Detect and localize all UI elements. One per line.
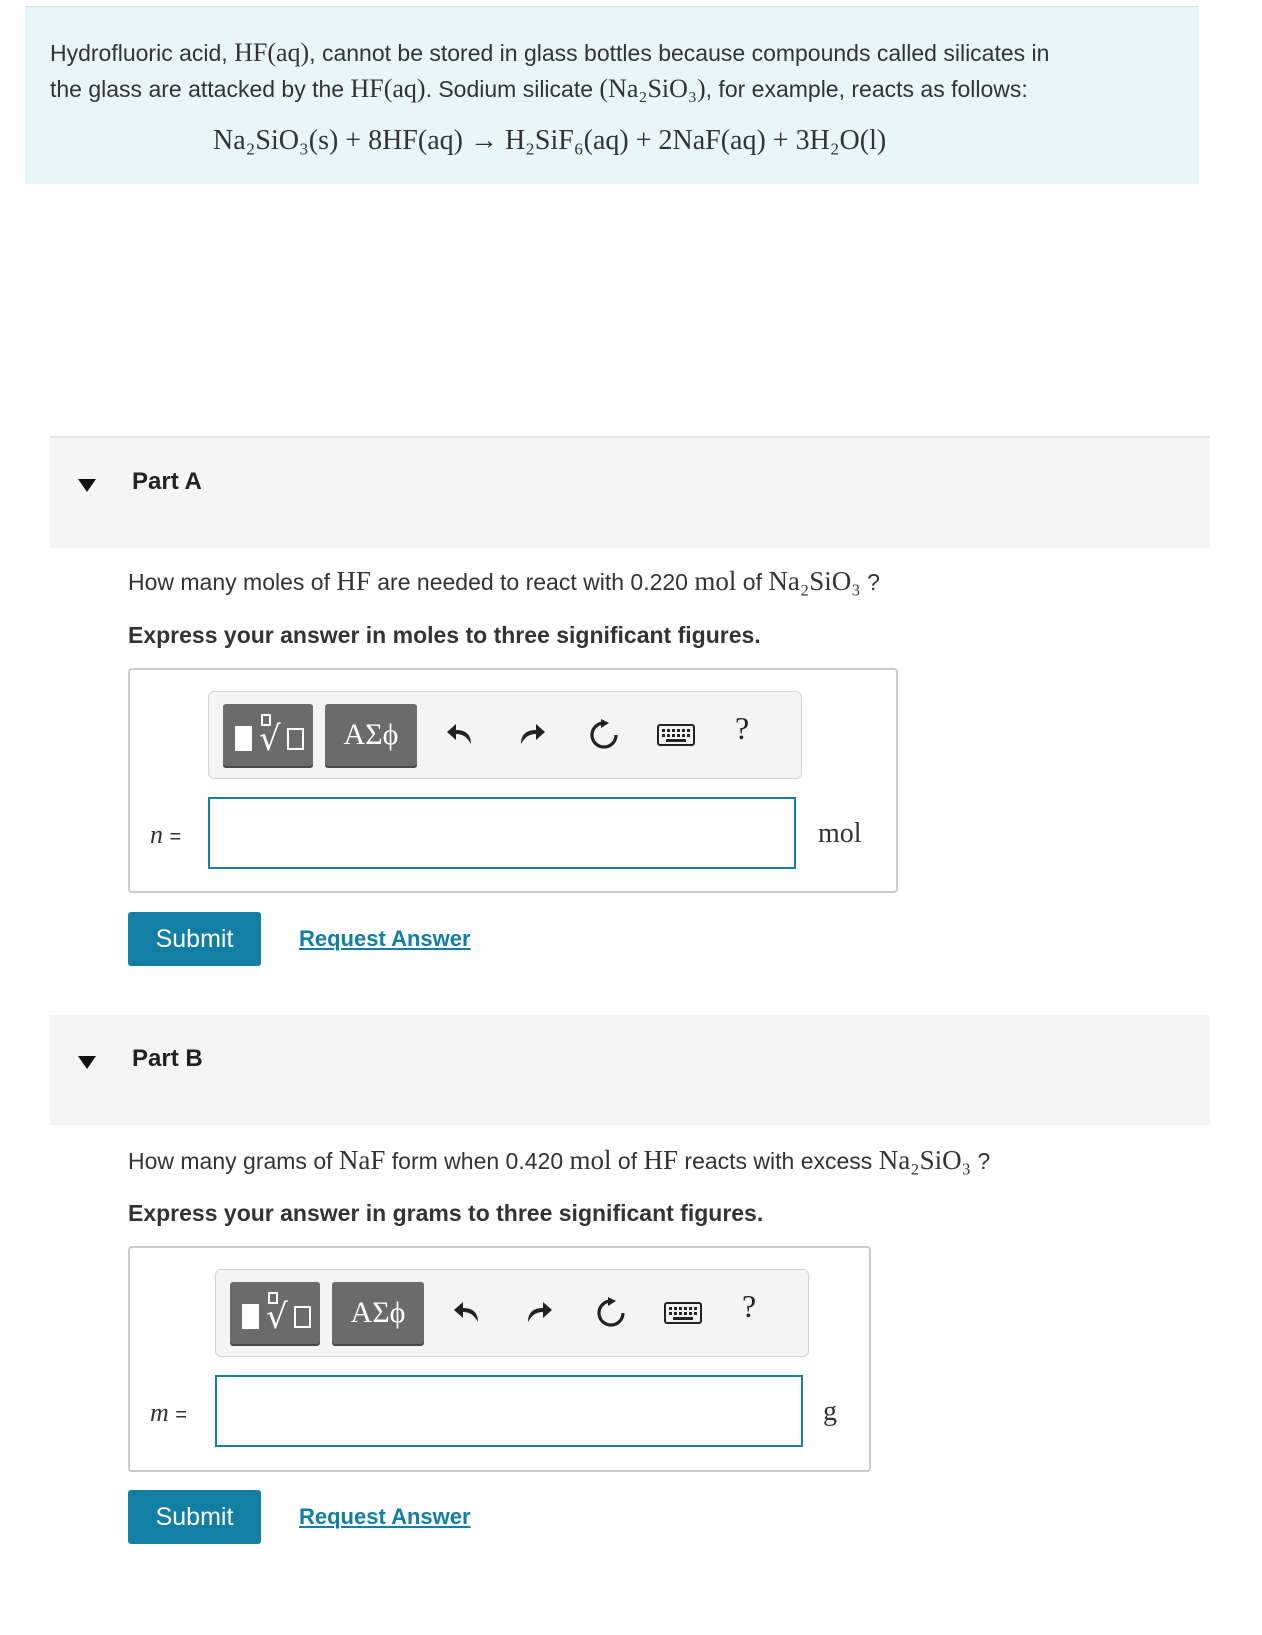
question-text: of: [611, 1148, 644, 1174]
question-text: ?: [971, 1148, 991, 1174]
variable-symbol: m: [150, 1398, 169, 1427]
submit-button[interactable]: Submit: [128, 912, 261, 966]
answer-input[interactable]: [215, 1375, 803, 1447]
part-a-header[interactable]: Part A: [50, 436, 1210, 548]
question-text: form when 0.420: [385, 1148, 570, 1174]
question-text: ?: [860, 569, 880, 595]
reset-icon[interactable]: [587, 718, 621, 752]
request-answer-link[interactable]: Request Answer: [299, 1504, 471, 1530]
part-b-question: How many grams of NaF form when 0.420 mo…: [128, 1145, 990, 1176]
intro-text-segment: the glass are attacked by the: [50, 76, 351, 102]
unit-label: mol: [818, 818, 862, 849]
templates-button[interactable]: √: [223, 704, 313, 766]
question-text: of: [736, 569, 769, 595]
question-text: are needed to react with 0.220: [370, 569, 695, 595]
templates-icon-box: [294, 1306, 311, 1328]
question-text: How many grams of: [128, 1148, 339, 1174]
part-title: Part A: [132, 468, 202, 495]
question-math: Na₂SiO₃: [878, 1145, 972, 1175]
greek-letters-button[interactable]: ΑΣϕ: [332, 1282, 424, 1344]
intro-text-segment: Hydrofluoric acid,: [50, 40, 235, 66]
intro-math: (Na₂SiO₃): [599, 74, 706, 103]
part-title: Part B: [132, 1045, 203, 1072]
problem-intro: Hydrofluoric acid, HF(aq), cannot be sto…: [25, 6, 1199, 184]
templates-button[interactable]: √: [230, 1282, 320, 1344]
unit-label: g: [823, 1396, 837, 1427]
part-b-header[interactable]: Part B: [50, 1015, 1210, 1125]
question-math: Na₂SiO₃: [768, 566, 861, 596]
radical-icon: √: [259, 719, 281, 759]
question-text: reacts with excess: [678, 1148, 879, 1174]
keyboard-icon[interactable]: [657, 720, 695, 754]
part-b-instruction: Express your answer in grams to three si…: [128, 1200, 764, 1226]
intro-text: Hydrofluoric acid, HF(aq), cannot be sto…: [50, 35, 1180, 107]
part-a-question: How many moles of HF are needed to react…: [128, 566, 880, 597]
intro-math: HF(aq): [350, 74, 426, 103]
reset-icon[interactable]: [594, 1296, 628, 1330]
math-toolbar: √ ΑΣϕ ?: [208, 691, 802, 779]
help-icon[interactable]: ?: [742, 1288, 756, 1325]
undo-icon[interactable]: [443, 718, 477, 752]
redo-icon[interactable]: [515, 718, 549, 752]
part-a-answer-box: √ ΑΣϕ ? n = mol: [128, 668, 898, 893]
radical-icon: √: [266, 1297, 288, 1337]
part-a-instruction: Express your answer in moles to three si…: [128, 622, 761, 648]
keyboard-icon[interactable]: [664, 1298, 702, 1332]
question-math: HF: [643, 1145, 679, 1175]
templates-icon: [242, 1304, 259, 1329]
equals-sign: =: [175, 1404, 187, 1426]
request-answer-link[interactable]: Request Answer: [299, 926, 471, 952]
variable-label: n =: [150, 820, 181, 850]
equals-sign: =: [169, 826, 182, 848]
part-b-answer-box: √ ΑΣϕ ? m = g: [128, 1246, 871, 1472]
math-toolbar: √ ΑΣϕ ?: [215, 1269, 809, 1357]
question-math: HF: [336, 566, 371, 596]
question-math: NaF: [338, 1145, 386, 1175]
variable-symbol: n: [150, 820, 163, 849]
submit-button[interactable]: Submit: [128, 1490, 261, 1544]
templates-icon: [235, 726, 252, 751]
intro-text-segment: . Sodium silicate: [425, 76, 600, 102]
collapse-triangle-icon[interactable]: [78, 479, 96, 492]
intro-text-segment: , cannot be stored in glass bottles beca…: [309, 40, 1050, 66]
collapse-triangle-icon[interactable]: [78, 1056, 96, 1069]
intro-text-segment: , for example, reacts as follows:: [705, 76, 1028, 102]
greek-letters-button[interactable]: ΑΣϕ: [325, 704, 417, 766]
question-text: How many moles of: [128, 569, 337, 595]
answer-input[interactable]: [208, 797, 796, 869]
variable-label: m =: [150, 1398, 187, 1428]
templates-icon-box: [287, 728, 304, 750]
undo-icon[interactable]: [450, 1296, 484, 1330]
question-math: mol: [694, 566, 737, 596]
question-math: mol: [569, 1145, 612, 1175]
redo-icon[interactable]: [522, 1296, 556, 1330]
intro-math: HF(aq): [234, 38, 310, 67]
reaction-equation: Na₂SiO₃(s) + 8HF(aq) → H₂SiF₆(aq) + 2NaF…: [213, 125, 887, 156]
help-icon[interactable]: ?: [735, 710, 749, 747]
